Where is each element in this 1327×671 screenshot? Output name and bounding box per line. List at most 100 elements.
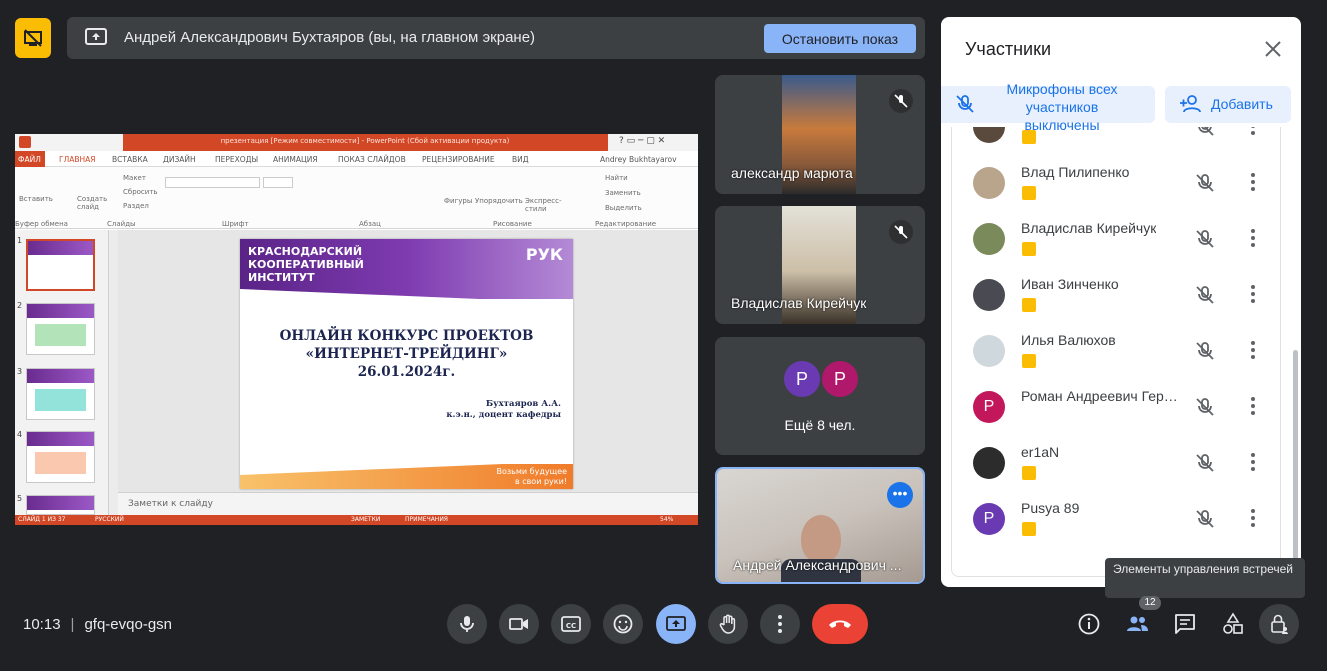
- notes-toggle[interactable]: ЗАМЕТКИ: [351, 516, 380, 523]
- meeting-code: gfq-evqo-gsn: [84, 616, 173, 633]
- participant-name: александр марюта: [731, 165, 853, 181]
- more-vert-icon[interactable]: [1250, 228, 1256, 253]
- list-item[interactable]: Иван Зинченко: [952, 267, 1280, 323]
- microphone-button[interactable]: [447, 604, 487, 644]
- avatar: [973, 127, 1005, 143]
- list-item[interactable]: er1aN: [952, 435, 1280, 491]
- find-button[interactable]: Найти: [605, 174, 628, 182]
- video-tile[interactable]: александр марюта: [715, 75, 925, 194]
- presenter-badge-icon: [1022, 522, 1036, 536]
- new-slide-button[interactable]: Создать слайд: [77, 195, 107, 211]
- mic-off-icon[interactable]: [1195, 341, 1215, 366]
- account-name[interactable]: Andrey Bukhtayarov: [600, 155, 677, 164]
- stop-presenting-button[interactable]: Остановить показ: [764, 24, 916, 53]
- reactions-button[interactable]: [603, 604, 643, 644]
- mic-off-icon[interactable]: [1195, 453, 1215, 478]
- present-screen-button[interactable]: [656, 604, 696, 644]
- participant-name: Иван Зинченко: [1021, 276, 1119, 292]
- list-item[interactable]: [952, 127, 1280, 155]
- list-item[interactable]: Влад Пилипенко: [952, 155, 1280, 211]
- ribbon: Вставить Создать слайд Макет Сбросить Ра…: [15, 167, 698, 229]
- raise-hand-button[interactable]: [708, 604, 748, 644]
- video-tile[interactable]: Владислав Кирейчук: [715, 206, 925, 324]
- font-group-label: Шрифт: [222, 220, 249, 228]
- replace-button[interactable]: Заменить: [605, 189, 641, 197]
- shared-screen: презентация [Режим совместимости] - Powe…: [15, 134, 698, 525]
- activities-icon[interactable]: [1221, 612, 1245, 636]
- tab-review[interactable]: РЕЦЕНЗИРОВАНИЕ: [422, 155, 495, 164]
- add-people-label: Добавить: [1211, 96, 1273, 112]
- comments-toggle[interactable]: ПРИМЕЧАНИЯ: [405, 516, 448, 523]
- more-vert-icon[interactable]: [1250, 127, 1256, 141]
- mic-off-icon[interactable]: [1195, 229, 1215, 254]
- editor-area: 1 2 3 4 5 КРАСНОДАРСКИЙ КООПЕРАТИВНЫЙ ИН…: [15, 230, 698, 515]
- thumbnails-scrollbar[interactable]: [108, 230, 118, 515]
- more-options-icon[interactable]: •••: [887, 482, 913, 508]
- tab-file[interactable]: ФАЙЛ: [15, 151, 45, 167]
- self-video-tile[interactable]: ••• Андрей Александрович ...: [715, 467, 925, 584]
- tab-home[interactable]: ГЛАВНАЯ: [59, 155, 95, 164]
- zoom-level[interactable]: 54%: [660, 516, 673, 523]
- arrange-button[interactable]: Упорядочить: [475, 197, 523, 205]
- avatar: [973, 167, 1005, 199]
- more-vert-icon[interactable]: [1250, 172, 1256, 197]
- notes-pane[interactable]: Заметки к слайду: [118, 492, 698, 515]
- slide-thumbnail[interactable]: [26, 431, 95, 483]
- participants-panel: Участники Микрофоны всех участников выкл…: [941, 17, 1301, 587]
- slide-thumbnail[interactable]: [26, 495, 95, 515]
- tab-insert[interactable]: ВСТАВКА: [112, 155, 148, 164]
- tab-transitions[interactable]: ПЕРЕХОДЫ: [215, 155, 258, 164]
- host-controls-button[interactable]: [1259, 604, 1299, 644]
- meeting-info: 10:13 | gfq-evqo-gsn: [23, 616, 173, 633]
- list-item[interactable]: Владислав Кирейчук: [952, 211, 1280, 267]
- participant-name: Владислав Кирейчук: [731, 295, 867, 311]
- lock-person-icon: [1271, 614, 1288, 634]
- people-icon[interactable]: [1125, 612, 1149, 636]
- mic-off-icon[interactable]: [1195, 509, 1215, 534]
- font-size-field[interactable]: [263, 177, 293, 188]
- mic-off-icon[interactable]: [1195, 285, 1215, 310]
- more-participants-tile[interactable]: P P Ещё 8 чел.: [715, 337, 925, 455]
- select-button[interactable]: Выделить: [605, 204, 642, 212]
- mic-off-icon[interactable]: [1195, 127, 1215, 142]
- add-people-button[interactable]: Добавить: [1165, 86, 1291, 123]
- mic-off-icon[interactable]: [1195, 397, 1215, 422]
- tab-view[interactable]: ВИД: [512, 155, 529, 164]
- more-vert-icon[interactable]: [1250, 396, 1256, 421]
- slide-thumbnail[interactable]: [26, 239, 95, 291]
- slides-group-label: Слайды: [107, 220, 136, 228]
- slide-institute-name: КРАСНОДАРСКИЙ КООПЕРАТИВНЫЙ ИНСТИТУТ: [248, 245, 364, 284]
- hand-icon: [719, 614, 736, 634]
- shapes-button[interactable]: Фигуры: [444, 197, 472, 205]
- chat-icon[interactable]: [1173, 612, 1197, 636]
- camera-button[interactable]: [499, 604, 539, 644]
- slide-thumbnail[interactable]: [26, 303, 95, 355]
- captions-button[interactable]: CC: [551, 604, 591, 644]
- quick-styles-button[interactable]: Экспресс-стили: [525, 197, 562, 213]
- mic-off-icon[interactable]: [1195, 173, 1215, 198]
- list-item[interactable]: P Pusya 89: [952, 491, 1280, 547]
- more-vert-icon[interactable]: [1250, 452, 1256, 477]
- more-vert-icon[interactable]: [1250, 284, 1256, 309]
- reset-button[interactable]: Сбросить: [123, 188, 158, 196]
- participants-scrollbar[interactable]: [1293, 350, 1298, 560]
- participants-list: Влад Пилипенко Владислав Кирейчук Иван З…: [951, 127, 1281, 577]
- tab-animation[interactable]: АНИМАЦИЯ: [273, 155, 318, 164]
- more-vert-icon[interactable]: [1250, 508, 1256, 533]
- tab-slideshow[interactable]: ПОКАЗ СЛАЙДОВ: [338, 155, 406, 164]
- slide-thumbnail[interactable]: [26, 368, 95, 420]
- layout-button[interactable]: Макет: [123, 174, 146, 182]
- leave-call-button[interactable]: [812, 604, 868, 644]
- more-options-button[interactable]: [760, 604, 800, 644]
- paste-button[interactable]: Вставить: [19, 195, 53, 203]
- mute-all-button[interactable]: Микрофоны всех участников выключены: [941, 81, 1155, 133]
- tab-design[interactable]: ДИЗАЙН: [163, 155, 196, 164]
- font-name-field[interactable]: [165, 177, 260, 188]
- section-button[interactable]: Раздел: [123, 202, 149, 210]
- more-vert-icon[interactable]: [1250, 340, 1256, 365]
- list-item[interactable]: Илья Валюхов: [952, 323, 1280, 379]
- close-icon[interactable]: [1263, 39, 1283, 59]
- list-item[interactable]: P Роман Андреевич Гера...: [952, 379, 1280, 435]
- info-icon[interactable]: [1077, 612, 1101, 636]
- current-slide[interactable]: КРАСНОДАРСКИЙ КООПЕРАТИВНЫЙ ИНСТИТУТ РУК…: [240, 239, 573, 489]
